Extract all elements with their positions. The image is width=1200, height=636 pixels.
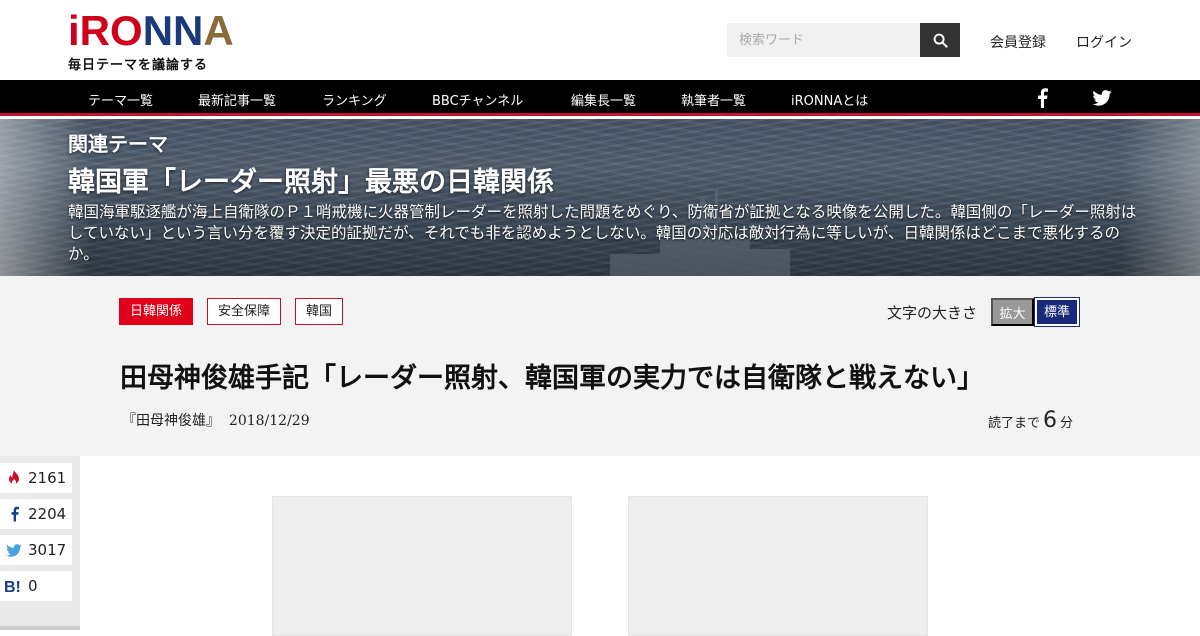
- article-title: 田母神俊雄手記「レーダー照射、韓国軍の実力では自衛隊と戦えない」: [120, 363, 984, 394]
- twitter-icon: [6, 543, 22, 557]
- ad-placeholder-left[interactable]: [272, 496, 572, 636]
- article-date: 2018/12/29: [228, 413, 310, 429]
- site-logo[interactable]: iRONNA 毎日テーマを議論する: [68, 10, 234, 74]
- read-time-minutes: 6: [1043, 408, 1058, 433]
- twitter-icon[interactable]: [1092, 90, 1112, 106]
- read-time: 読了まで 6 分: [988, 408, 1073, 433]
- related-theme-label: 関連テーマ: [68, 132, 168, 156]
- ad-placeholder-right[interactable]: [628, 496, 928, 636]
- tag-security[interactable]: 安全保障: [207, 298, 282, 325]
- register-link[interactable]: 会員登録: [990, 32, 1046, 52]
- search-button[interactable]: [920, 23, 960, 57]
- nav-item-themes[interactable]: テーマ一覧: [88, 90, 153, 109]
- nav-item-ranking[interactable]: ランキング: [322, 90, 387, 109]
- logo-wordmark: iRONNA: [68, 7, 234, 54]
- read-time-prefix: 読了まで: [988, 416, 1041, 431]
- theme-description: 韓国海軍駆逐艦が海上自衛隊のＰ１哨戒機に火器管制レーダーを照射した問題をめぐり、…: [68, 203, 1137, 263]
- hatena-count: 0: [28, 577, 38, 595]
- nav-item-bbc[interactable]: BBCチャンネル: [432, 90, 523, 109]
- share-column: 2161 2204 3017 B! 0: [0, 456, 80, 630]
- theme-title[interactable]: 韓国軍「レーダー照射」最悪の日韓関係: [68, 160, 554, 199]
- tag-korea[interactable]: 韓国: [295, 298, 344, 325]
- share-column-bottom-bar: [0, 626, 80, 630]
- font-standard-button[interactable]: 標準: [1034, 297, 1080, 327]
- nav-item-latest[interactable]: 最新記事一覧: [198, 90, 276, 109]
- nav-item-editors[interactable]: 編集長一覧: [571, 90, 636, 109]
- site-header: iRONNA 毎日テーマを議論する 会員登録 ログイン: [0, 0, 1200, 80]
- tag-japan-korea[interactable]: 日韓関係: [119, 298, 194, 325]
- flame-icon: [9, 470, 19, 485]
- facebook-count: 2204: [28, 505, 67, 523]
- twitter-count: 3017: [28, 541, 67, 559]
- hot-count: 2161: [28, 469, 67, 487]
- nav-item-about[interactable]: iRONNAとは: [791, 90, 868, 109]
- hot-share-button[interactable]: 2161: [0, 463, 72, 493]
- facebook-share-button[interactable]: 2204: [0, 499, 72, 529]
- read-time-suffix: 分: [1060, 416, 1074, 431]
- login-link[interactable]: ログイン: [1076, 32, 1132, 52]
- article-meta: 『田母神俊雄』 2018/12/29: [122, 410, 310, 430]
- article-header: 日韓関係 安全保障 韓国 文字の大きさ 拡大 標準 田母神俊雄手記「レーダー照射…: [0, 276, 1200, 456]
- font-size-label: 文字の大きさ: [887, 304, 978, 322]
- logo-tagline: 毎日テーマを議論する: [68, 58, 209, 73]
- svg-text:B!: B!: [4, 579, 21, 594]
- search-icon: [933, 33, 948, 48]
- search-input[interactable]: [727, 23, 920, 57]
- nav-item-writers[interactable]: 執筆者一覧: [681, 90, 746, 109]
- hatena-bookmark-icon: B!: [4, 579, 21, 594]
- theme-hero: 関連テーマ 韓国軍「レーダー照射」最悪の日韓関係 韓国海軍駆逐艦が海上自衛隊のＰ…: [0, 119, 1200, 276]
- facebook-icon[interactable]: [1036, 88, 1048, 108]
- twitter-share-button[interactable]: 3017: [0, 535, 72, 565]
- search-form: [727, 23, 960, 57]
- author-link[interactable]: 『田母神俊雄』: [122, 413, 220, 429]
- font-large-button[interactable]: 拡大: [991, 298, 1034, 326]
- main-nav: テーマ一覧 最新記事一覧 ランキング BBCチャンネル 編集長一覧 執筆者一覧 …: [0, 80, 1200, 116]
- facebook-icon: [11, 506, 19, 522]
- hatena-share-button[interactable]: B! 0: [0, 571, 72, 601]
